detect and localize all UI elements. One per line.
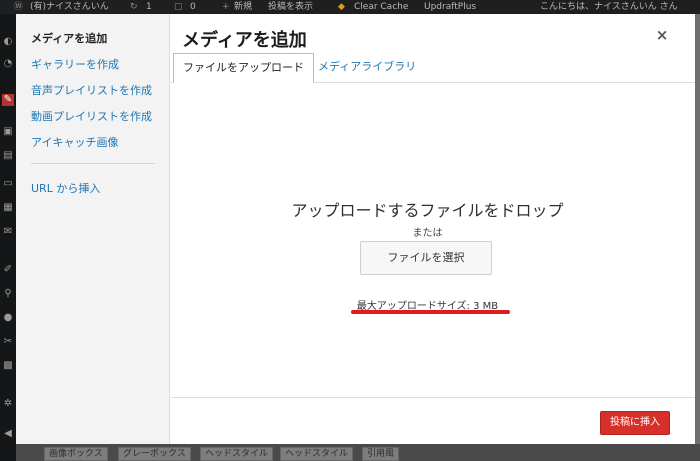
tools-icon[interactable]: ✂	[2, 336, 14, 348]
media-menu-sidebar: メディアを追加 ギャラリーを作成 音声プレイリストを作成 動画プレイリストを作成…	[16, 14, 170, 444]
comments-icon[interactable]: ✉	[2, 226, 14, 238]
sidebar-item-video-playlist[interactable]: 動画プレイリストを作成	[31, 108, 152, 124]
settings-icon[interactable]: ✲	[2, 398, 14, 410]
media-modal: メディアを追加 ギャラリーを作成 音声プレイリストを作成 動画プレイリストを作成…	[16, 14, 695, 444]
pages-icon[interactable]: ▤	[2, 150, 14, 162]
comment-icon[interactable]: ▢	[174, 0, 183, 14]
admin-menu: ◐ ◔ ✎ ▣ ▤ ▭ ▦ ✉ ✐ ⚲ ● ✂ ▩ ✲ ◀	[0, 14, 16, 461]
insert-into-post-button[interactable]: 投稿に挿入	[600, 411, 670, 435]
tab-upload-files[interactable]: ファイルをアップロード	[173, 53, 314, 83]
plugins-icon[interactable]: ⚲	[2, 288, 14, 300]
tab-media-library[interactable]: メディアライブラリ	[309, 53, 425, 83]
new-link[interactable]: 新規	[234, 0, 252, 14]
wordfence-icon[interactable]: ◆	[338, 0, 345, 14]
media-frame-content: メディアを追加 × ファイルをアップロード メディアライブラリ アップロードする…	[171, 14, 695, 444]
sidebar-item-create-gallery[interactable]: ギャラリーを作成	[31, 56, 119, 72]
appearance-icon[interactable]: ▦	[2, 202, 14, 214]
comments-count[interactable]: 0	[190, 0, 196, 14]
refresh-icon[interactable]: ↻	[130, 0, 138, 14]
quicktag-button[interactable]: ヘッドスタイル	[200, 447, 274, 461]
quicktag-button[interactable]: 画像ボックス	[44, 447, 108, 461]
account-greeting[interactable]: こんにちは、ナイスさんいん さん	[540, 0, 678, 14]
site-name-link[interactable]: (有)ナイスさんいん	[30, 0, 109, 14]
drop-zone-title: アップロードするファイルをドロップ	[291, 201, 564, 220]
dashboard-icon[interactable]: ◐	[2, 36, 14, 48]
updates-count[interactable]: 1	[146, 0, 152, 14]
admin-bar: Ⓦ (有)ナイスさんいん ↻ 1 ▢ 0 + 新規 投稿を表示 ◆ Clear …	[0, 0, 700, 14]
close-icon[interactable]: ×	[651, 24, 673, 46]
pin-icon[interactable]: ✎	[2, 94, 14, 106]
modal-title: メディアを追加	[182, 30, 307, 51]
media-icon[interactable]: ▣	[2, 126, 14, 138]
select-files-button[interactable]: ファイルを選択	[360, 241, 492, 275]
updraftplus-link[interactable]: UpdraftPlus	[424, 0, 476, 14]
quicktag-button[interactable]: ヘッドスタイル	[280, 447, 354, 461]
plus-icon[interactable]: +	[222, 0, 230, 14]
quicktag-button[interactable]: 引用風	[362, 447, 400, 461]
sidebar-divider	[31, 163, 155, 164]
users-icon[interactable]: ●	[2, 312, 14, 324]
sidebar-item-audio-playlist[interactable]: 音声プレイリストを作成	[31, 82, 152, 98]
toolbar-divider	[171, 397, 695, 398]
editor-quicktags-strip: 画像ボックス グレーボックス ヘッドスタイル ヘッドスタイル 引用風	[16, 444, 700, 461]
wordpress-logo-icon[interactable]: Ⓦ	[14, 0, 23, 14]
clear-cache-link[interactable]: Clear Cache	[354, 0, 408, 14]
or-text: または	[412, 228, 443, 239]
appearance-icon[interactable]: ✐	[2, 264, 14, 276]
quicktag-button[interactable]: グレーボックス	[118, 447, 191, 461]
sidebar-item-insert-from-url[interactable]: URL から挿入	[31, 180, 100, 196]
view-post-link[interactable]: 投稿を表示	[268, 0, 313, 14]
dashboard-icon[interactable]: ◔	[2, 58, 14, 70]
settings-icon[interactable]: ▩	[2, 360, 14, 372]
sidebar-item-add-media[interactable]: メディアを追加	[31, 30, 107, 46]
comments-icon[interactable]: ▭	[2, 178, 14, 190]
collapse-icon[interactable]: ◀	[2, 428, 14, 440]
sidebar-item-featured-image[interactable]: アイキャッチ画像	[31, 134, 118, 150]
red-underline-annotation	[351, 310, 510, 314]
